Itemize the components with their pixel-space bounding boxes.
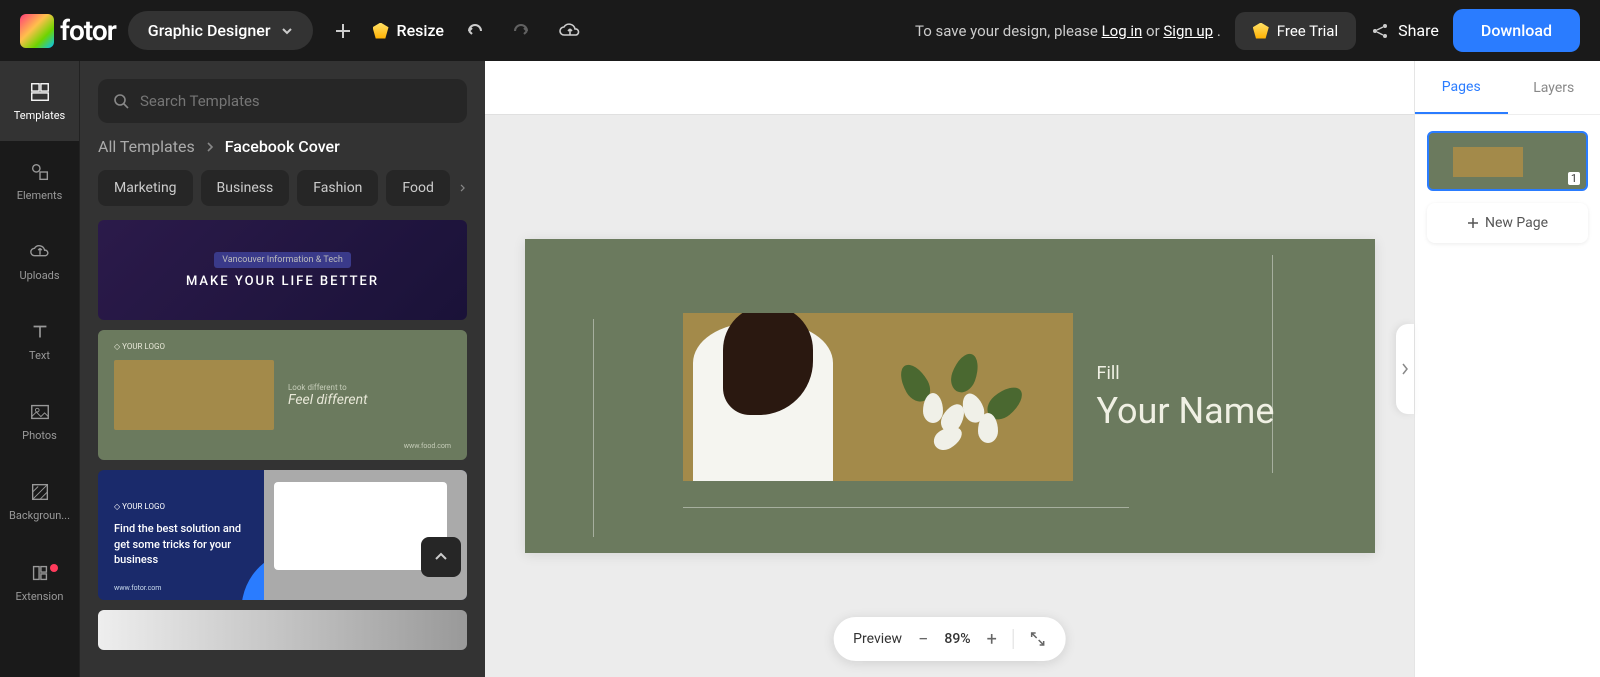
free-trial-button[interactable]: Free Trial bbox=[1235, 12, 1356, 50]
upload-icon bbox=[29, 241, 51, 263]
plus-icon bbox=[333, 21, 353, 41]
diamond-icon bbox=[373, 23, 389, 39]
plus-icon bbox=[1467, 217, 1479, 229]
template-item[interactable]: ◇ YOUR LOGO Look different to Feel diffe… bbox=[98, 330, 467, 460]
mode-label: Graphic Designer bbox=[148, 21, 271, 40]
resize-button[interactable]: Resize bbox=[373, 21, 444, 40]
background-icon bbox=[29, 481, 51, 503]
filter-food[interactable]: Food bbox=[386, 170, 449, 206]
share-button[interactable]: Share bbox=[1370, 21, 1439, 41]
pages-panel: Pages Layers 1 New Page bbox=[1414, 61, 1600, 677]
share-label: Share bbox=[1398, 21, 1439, 40]
templates-icon bbox=[29, 81, 51, 103]
pages-tabs: Pages Layers bbox=[1415, 61, 1600, 115]
canvas-text[interactable]: Fill Your Name bbox=[1097, 363, 1275, 432]
app-header: fotor Graphic Designer Resize To save yo… bbox=[0, 0, 1600, 61]
page-thumbnail[interactable]: 1 bbox=[1427, 131, 1588, 191]
filter-business[interactable]: Business bbox=[201, 170, 290, 206]
save-message: To save your design, please Log in or Si… bbox=[915, 22, 1221, 40]
brand-logo[interactable]: fotor bbox=[20, 14, 116, 48]
notification-dot-icon bbox=[50, 564, 58, 572]
breadcrumb: All Templates Facebook Cover bbox=[98, 137, 467, 156]
search-icon bbox=[112, 92, 130, 110]
breadcrumb-root[interactable]: All Templates bbox=[98, 137, 195, 156]
expand-icon[interactable] bbox=[1030, 631, 1046, 647]
rail-templates[interactable]: Templates bbox=[0, 61, 79, 141]
rail-extension[interactable]: Extension bbox=[0, 541, 79, 621]
redo-button[interactable] bbox=[504, 13, 540, 49]
canvas-image[interactable] bbox=[683, 313, 1073, 481]
canvas-text-big: Your Name bbox=[1097, 390, 1275, 432]
mode-dropdown[interactable]: Graphic Designer bbox=[128, 11, 313, 50]
zoom-bar: Preview − 89% + bbox=[833, 617, 1066, 661]
chevron-right-icon bbox=[1401, 363, 1409, 375]
photos-icon bbox=[29, 401, 51, 423]
elements-icon bbox=[29, 161, 51, 183]
page-number: 1 bbox=[1568, 172, 1580, 185]
cloud-button[interactable] bbox=[552, 13, 588, 49]
rail-uploads[interactable]: Uploads bbox=[0, 221, 79, 301]
free-trial-label: Free Trial bbox=[1277, 22, 1338, 40]
redo-icon bbox=[511, 20, 533, 42]
canvas-stage[interactable]: Fill Your Name bbox=[485, 115, 1414, 677]
share-icon bbox=[1370, 21, 1390, 41]
rail-background[interactable]: Backgroun... bbox=[0, 461, 79, 541]
zoom-out-button[interactable]: − bbox=[918, 629, 928, 650]
breadcrumb-current: Facebook Cover bbox=[225, 137, 340, 156]
left-rail: Templates Elements Uploads Text Photos B… bbox=[0, 61, 80, 677]
search-box[interactable] bbox=[98, 79, 467, 123]
canvas-text-small: Fill bbox=[1097, 363, 1275, 384]
new-page-button[interactable]: New Page bbox=[1427, 203, 1588, 243]
template-list: Vancouver Information & Tech MAKE YOUR L… bbox=[98, 220, 467, 659]
chevron-up-icon bbox=[433, 549, 449, 565]
template-item[interactable] bbox=[98, 610, 467, 650]
chevron-right-icon bbox=[205, 142, 215, 152]
divider bbox=[1013, 629, 1014, 649]
template-item[interactable]: Vancouver Information & Tech MAKE YOUR L… bbox=[98, 220, 467, 320]
guide-line bbox=[683, 507, 1129, 508]
templates-panel: All Templates Facebook Cover Marketing B… bbox=[80, 61, 485, 677]
expand-right-button[interactable] bbox=[1396, 324, 1414, 414]
chevron-down-icon bbox=[281, 25, 293, 37]
template-thumb-image bbox=[114, 360, 274, 430]
add-button[interactable] bbox=[325, 13, 361, 49]
filter-row: Marketing Business Fashion Food bbox=[98, 170, 467, 206]
template-item[interactable]: ◇ YOUR LOGO Find the best solution and g… bbox=[98, 470, 467, 600]
rail-photos[interactable]: Photos bbox=[0, 381, 79, 461]
undo-icon bbox=[463, 20, 485, 42]
diamond-icon bbox=[1253, 23, 1269, 39]
undo-button[interactable] bbox=[456, 13, 492, 49]
scroll-top-button[interactable] bbox=[421, 537, 461, 577]
text-icon bbox=[29, 321, 51, 343]
chevron-right-icon[interactable] bbox=[458, 182, 467, 194]
zoom-in-button[interactable]: + bbox=[987, 629, 997, 650]
filter-fashion[interactable]: Fashion bbox=[297, 170, 378, 206]
thumb-image bbox=[1453, 147, 1523, 177]
tab-pages[interactable]: Pages bbox=[1415, 61, 1508, 114]
cloud-upload-icon bbox=[558, 19, 582, 43]
brand-name: fotor bbox=[60, 14, 116, 47]
search-input[interactable] bbox=[140, 92, 453, 110]
filter-marketing[interactable]: Marketing bbox=[98, 170, 193, 206]
tab-layers[interactable]: Layers bbox=[1508, 61, 1600, 114]
login-link[interactable]: Log in bbox=[1102, 22, 1143, 40]
signup-link[interactable]: Sign up bbox=[1163, 22, 1213, 40]
rail-elements[interactable]: Elements bbox=[0, 141, 79, 221]
rail-text[interactable]: Text bbox=[0, 301, 79, 381]
design-canvas[interactable]: Fill Your Name bbox=[525, 239, 1375, 553]
template-thumb-image bbox=[264, 470, 467, 600]
preview-button[interactable]: Preview bbox=[853, 631, 902, 647]
download-button[interactable]: Download bbox=[1453, 9, 1580, 52]
guide-line bbox=[593, 319, 594, 537]
resize-label: Resize bbox=[397, 21, 444, 40]
extension-icon bbox=[29, 562, 51, 584]
zoom-value: 89% bbox=[944, 631, 970, 647]
canvas-toolbar bbox=[485, 61, 1414, 115]
logo-icon bbox=[20, 14, 54, 48]
canvas-area: Fill Your Name Preview − 89% + bbox=[485, 61, 1414, 677]
download-label: Download bbox=[1481, 21, 1552, 40]
